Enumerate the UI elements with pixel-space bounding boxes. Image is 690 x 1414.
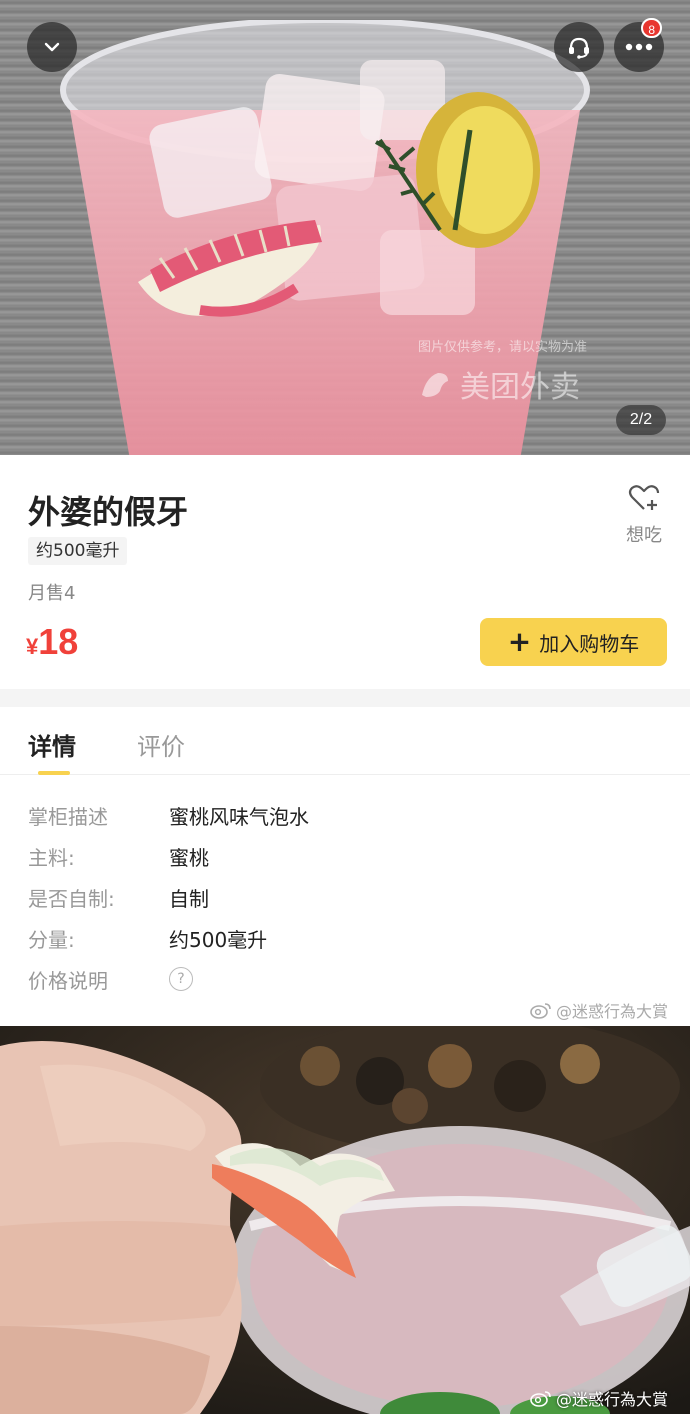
weibo-watermark: @迷惑行為大賞 [530,998,668,1022]
details-list: 掌柜描述 蜜桃风味气泡水 主料: 蜜桃 是否自制: 自制 分量: 约500毫升 … [0,776,690,1026]
detail-key: 主料: [28,845,75,870]
detail-key: 分量: [28,927,75,952]
spec-tag: 约500毫升 [28,537,128,565]
product-title: 外婆的假牙 [28,493,189,531]
weibo-watermark-text: @迷惑行為大賞 [556,1390,669,1409]
weibo-watermark-bottom: @迷惑行為大賞 [530,1386,668,1410]
watermark-brand-text: 美团外卖 [460,370,580,405]
want-to-eat-label: 想吃 [626,525,662,546]
detail-value: 自制 [169,886,209,911]
product-image-carousel[interactable]: 图片仅供参考，请以实物为准 美团外卖 8 2/2 [0,0,690,455]
detail-value: 蜜桃 [169,845,209,870]
price-help-icon[interactable]: ? [169,967,193,991]
customer-photo: @迷惑行為大賞 [0,1026,690,1414]
price-value: 18 [38,621,79,662]
detail-row: 掌柜描述 蜜桃风味气泡水 [28,800,309,830]
detail-key: 掌柜描述 [28,804,108,829]
tab-details[interactable]: 详情 [28,727,76,762]
active-tab-indicator [38,771,70,775]
monthly-sales: 月售4 [28,583,76,604]
meituan-logo-icon [422,373,448,397]
add-to-cart-label: 加入购物车 [539,631,640,656]
image-watermark-brand: 美团外卖 [418,362,580,406]
detail-key: 价格说明 [28,968,108,993]
image-watermark-note: 图片仅供参考，请以实物为准 [418,340,588,355]
detail-row: 分量: 约500毫升 [28,923,267,953]
more-button[interactable]: 8 [614,18,664,72]
chevron-down-icon [44,42,60,52]
detail-row: 主料: 蜜桃 [28,841,209,871]
plus-icon: + [507,625,532,658]
hand-holding-candy-photo [0,1026,690,1414]
weibo-logo-icon [530,1391,551,1407]
tab-bar: 详情 评价 [0,707,690,775]
want-to-eat-button[interactable]: 想吃 [614,483,674,547]
customer-service-icon [569,37,589,59]
detail-row: 价格说明 ? [28,964,193,994]
heart-plus-icon [628,485,660,510]
detail-key: 是否自制: [28,886,115,911]
product-info-card: 外婆的假牙 约500毫升 月售4 ¥18 想吃 + 加入购物车 [0,455,690,689]
customer-service-button[interactable] [554,22,604,72]
notification-badge: 8 [641,18,662,38]
more-dots-icon [625,43,653,51]
back-button[interactable] [27,22,77,72]
detail-row: 是否自制: 自制 [28,882,209,912]
tab-reviews[interactable]: 评价 [137,727,185,762]
detail-value: 蜜桃风味气泡水 [169,804,309,829]
weibo-logo-icon [530,1003,551,1019]
detail-value: 约500毫升 [169,927,268,952]
price: ¥18 [26,621,78,663]
weibo-watermark-text: @迷惑行為大賞 [556,1002,669,1021]
section-divider [0,689,690,707]
price-currency: ¥ [26,634,39,659]
add-to-cart-button[interactable]: + 加入购物车 [480,618,667,666]
image-counter: 2/2 [616,405,666,435]
